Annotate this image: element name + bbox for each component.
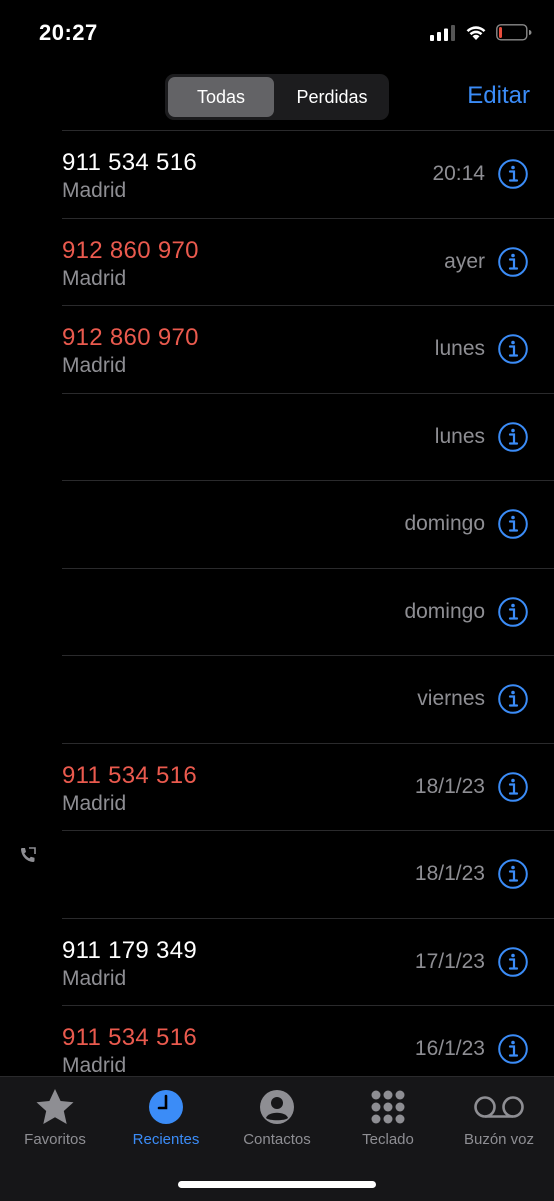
tab-teclado[interactable]: Teclado	[333, 1087, 443, 1148]
call-row[interactable]: viernes	[62, 655, 554, 743]
info-icon[interactable]	[498, 946, 528, 977]
info-icon[interactable]	[498, 159, 528, 189]
info-icon[interactable]	[498, 1034, 528, 1064]
star-icon	[36, 1089, 74, 1124]
info-icon[interactable]	[498, 421, 528, 452]
voicemail-icon	[474, 1096, 524, 1118]
info-icon[interactable]	[498, 684, 528, 714]
recent-calls-list: 911 534 516 Madrid 20:14 912 860 970 Madrid a…	[0, 130, 554, 1093]
call-time: lunes	[434, 337, 485, 360]
info-icon[interactable]	[498, 246, 528, 277]
signal-icon	[430, 24, 455, 41]
call-number: 911 179 349	[62, 936, 197, 964]
call-number: 911 534 516	[62, 1024, 197, 1051]
call-location: Madrid	[62, 791, 127, 815]
call-time: domingo	[404, 599, 485, 623]
segment-perdidas[interactable]: Perdidas	[277, 77, 387, 117]
person-icon	[260, 1090, 294, 1124]
clock-icon	[149, 1090, 183, 1124]
edit-button[interactable]: Editar	[467, 82, 530, 110]
call-row[interactable]: 911 534 516 Madrid 20:14	[62, 130, 554, 218]
status-time: 20:27	[39, 20, 98, 45]
wifi-icon	[466, 25, 486, 40]
call-row[interactable]: domingo	[62, 567, 554, 656]
segment-todas[interactable]: Todas	[168, 77, 274, 117]
tab-recientes[interactable]: Recientes	[111, 1087, 221, 1148]
tab-favoritos[interactable]: Favoritos	[0, 1087, 110, 1148]
call-time: 20:14	[432, 162, 485, 185]
status-icons	[430, 24, 532, 41]
call-row[interactable]: 911 179 349 Madrid 17/1/23	[62, 917, 554, 1006]
call-time: viernes	[417, 687, 485, 710]
battery-icon	[496, 24, 532, 41]
info-icon[interactable]	[498, 334, 528, 364]
call-time: 16/1/23	[414, 1037, 485, 1060]
tab-label: Recientes	[132, 1131, 200, 1148]
call-time: 18/1/23	[414, 862, 485, 885]
call-number: 912 860 970	[62, 236, 199, 264]
call-location: Madrid	[62, 966, 127, 990]
filter-segmented-control: Todas Perdidas	[165, 74, 389, 120]
tab-label: Favoritos	[24, 1131, 86, 1148]
call-location: Madrid	[62, 354, 127, 377]
call-row[interactable]: 911 534 516 Madrid 18/1/23	[62, 742, 554, 831]
call-location: Madrid	[62, 1054, 127, 1077]
tab-label: Buzón voz	[463, 1131, 535, 1148]
call-row[interactable]: 18/1/23	[62, 830, 554, 918]
status-bar: 20:27	[0, 0, 554, 68]
outgoing-call-icon	[21, 847, 36, 862]
call-time: domingo	[404, 512, 485, 535]
call-time: ayer	[444, 249, 485, 273]
call-row[interactable]: 912 860 970 Madrid ayer	[62, 217, 554, 306]
info-icon[interactable]	[498, 596, 528, 627]
call-row[interactable]: lunes	[62, 392, 554, 481]
tab-label: Teclado	[362, 1131, 414, 1148]
home-indicator[interactable]	[178, 1181, 376, 1188]
tab-label: Contactos	[243, 1131, 311, 1148]
call-time: lunes	[434, 424, 485, 448]
tab-buzon-voz[interactable]: Buzón voz	[444, 1087, 554, 1148]
call-time: 17/1/23	[414, 949, 485, 973]
call-number: 912 860 970	[62, 324, 199, 351]
info-icon[interactable]	[498, 509, 528, 539]
call-location: Madrid	[62, 266, 127, 290]
info-icon[interactable]	[498, 771, 528, 802]
keypad-icon	[371, 1090, 405, 1124]
tab-contactos[interactable]: Contactos	[222, 1087, 332, 1148]
info-icon[interactable]	[498, 859, 528, 889]
call-number: 911 534 516	[62, 149, 197, 176]
call-row[interactable]: domingo	[62, 480, 554, 568]
call-number: 911 534 516	[62, 761, 197, 789]
call-row[interactable]: 912 860 970 Madrid lunes	[62, 305, 554, 393]
call-location: Madrid	[62, 179, 127, 202]
call-time: 18/1/23	[414, 774, 485, 798]
